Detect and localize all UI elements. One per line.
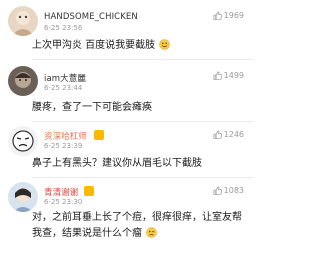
comment-text: 鼻子上有黑头？建议你从眉毛以下截肢: [32, 158, 202, 169]
like-count: 1499: [223, 71, 244, 80]
like-button[interactable]: 1499: [213, 71, 244, 80]
comment-item: 资深哈杠师 6-25 23:39 1246 鼻子上有黑头？建议你从眉毛以下截肢: [0, 122, 254, 178]
smiley-face-icon: [159, 39, 171, 50]
comment-item: iam大薏麗 6-25 23:44 1499 腰疼，查了一下可能会瘫痪: [0, 60, 254, 122]
like-button[interactable]: 1083: [213, 186, 244, 195]
username[interactable]: iam大薏麗: [44, 72, 86, 84]
like-count: 1246: [223, 130, 244, 139]
comment-text: 对，之前耳垂上长了个痘，很痒很痒，让室友帮我查，结果说是什么个瘤: [32, 210, 248, 242]
comment-text-content: 上次甲沟炎 百度说我要截肢: [32, 40, 156, 51]
thumbs-up-icon: [213, 71, 222, 80]
like-button[interactable]: 1969: [213, 11, 244, 20]
thumbs-up-icon: [213, 11, 222, 20]
avatar[interactable]: [8, 126, 38, 156]
timestamp: 6-25 23:30: [44, 198, 83, 206]
like-button[interactable]: 1246: [213, 130, 244, 139]
timestamp: 6-25 23:44: [44, 84, 83, 92]
comment-text-content: 对，之前耳垂上长了个痘，很痒很痒，让室友帮我查，结果说是什么个瘤: [32, 212, 242, 239]
member-badge-icon: [94, 130, 104, 140]
comment-text: 上次甲沟炎 百度说我要截肢: [32, 38, 248, 54]
username[interactable]: 资深哈杠师: [44, 130, 87, 142]
username[interactable]: 青清谢谢: [44, 186, 78, 198]
member-badge-icon: [84, 186, 94, 196]
avatar[interactable]: [8, 6, 38, 36]
avatar[interactable]: [8, 66, 38, 96]
like-count: 1969: [223, 11, 244, 20]
sad-face-icon: [146, 227, 157, 238]
thumbs-up-icon: [213, 186, 222, 195]
thumbs-up-icon: [213, 130, 222, 139]
comment-item: 青清谢谢 6-25 23:30 1083 对，之前耳垂上长了个痘，很痒很痒，让室…: [0, 178, 254, 256]
timestamp: 6-25 23:39: [44, 142, 83, 150]
username[interactable]: HANDSOME_CHICKEN: [44, 12, 138, 22]
comment-text: 腰疼，查了一下可能会瘫痪: [32, 102, 152, 113]
timestamp: 6-25 23:56: [44, 24, 83, 32]
avatar[interactable]: [8, 182, 38, 212]
comment-item: HANDSOME_CHICKEN 6-25 23:56 1969 上次甲沟炎 百…: [0, 0, 254, 60]
like-count: 1083: [223, 186, 244, 195]
